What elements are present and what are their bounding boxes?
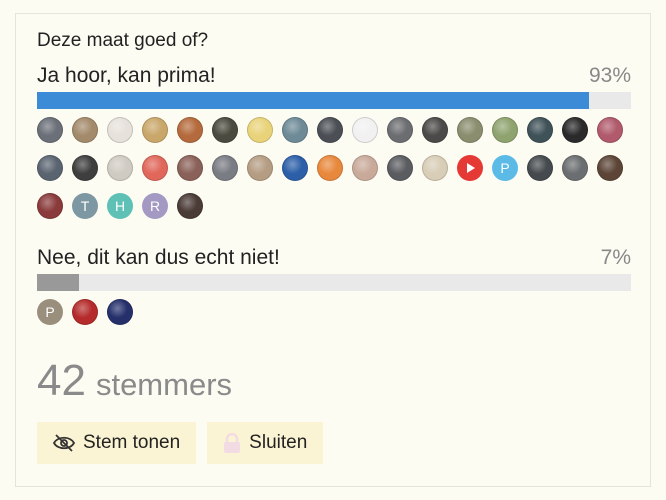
voter-avatar[interactable] <box>422 155 448 181</box>
voter-avatar[interactable] <box>37 155 63 181</box>
option-bar-fill <box>37 92 590 109</box>
close-poll-button[interactable]: Sluiten <box>207 422 324 464</box>
option-percent: 7% <box>600 246 631 269</box>
voter-avatar[interactable] <box>107 117 133 143</box>
voter-avatar[interactable] <box>142 117 168 143</box>
voter-avatar[interactable] <box>177 117 203 143</box>
voter-avatar[interactable] <box>317 117 343 143</box>
voter-avatar[interactable] <box>597 117 623 143</box>
voter-avatar[interactable] <box>142 155 168 181</box>
option-bar <box>37 274 631 291</box>
voters-count: 42 <box>37 356 86 405</box>
voter-avatar[interactable] <box>107 155 133 181</box>
voter-avatar[interactable] <box>282 117 308 143</box>
voter-list: P <box>37 299 637 337</box>
voter-avatar[interactable] <box>72 117 98 143</box>
voter-avatar[interactable] <box>387 117 413 143</box>
voter-avatar-letter[interactable]: P <box>37 299 63 325</box>
show-votes-label: Stem tonen <box>83 432 181 453</box>
poll-option-1: Ja hoor, kan prima! 93% P THR <box>37 64 631 231</box>
close-poll-label: Sluiten <box>249 432 308 453</box>
option-bar-fill <box>37 274 79 291</box>
voter-avatar[interactable] <box>387 155 413 181</box>
voter-avatar[interactable] <box>527 155 553 181</box>
voters-total: 42 stemmers <box>37 356 232 406</box>
show-votes-button[interactable]: Stem tonen <box>37 422 197 464</box>
voter-avatar[interactable] <box>247 117 273 143</box>
voter-avatar[interactable] <box>527 117 553 143</box>
poll-buttons: Stem tonen Sluiten <box>37 422 334 464</box>
voter-avatar-letter[interactable]: P <box>492 155 518 181</box>
voter-avatar[interactable] <box>247 155 273 181</box>
voter-avatar-letter[interactable]: T <box>72 193 98 219</box>
voter-avatar[interactable] <box>282 155 308 181</box>
voter-avatar[interactable] <box>37 193 63 219</box>
voter-avatar[interactable] <box>212 155 238 181</box>
voter-avatar[interactable] <box>212 117 238 143</box>
voter-avatar[interactable] <box>72 155 98 181</box>
poll-question: Deze maat goed of? <box>37 30 209 51</box>
voter-avatar[interactable] <box>177 193 203 219</box>
voter-avatar-letter[interactable]: R <box>142 193 168 219</box>
voter-avatar[interactable] <box>352 117 378 143</box>
voter-avatar[interactable] <box>177 155 203 181</box>
voter-avatar[interactable] <box>37 117 63 143</box>
voter-avatar[interactable] <box>422 117 448 143</box>
voter-avatar[interactable] <box>562 117 588 143</box>
voter-avatar[interactable] <box>492 117 518 143</box>
voter-avatar[interactable] <box>72 299 98 325</box>
option-bar <box>37 92 631 109</box>
voter-avatar-play-icon[interactable] <box>457 155 483 181</box>
eye-slash-icon <box>53 434 75 452</box>
option-label: Ja hoor, kan prima! <box>37 64 216 87</box>
option-label: Nee, dit kan dus echt niet! <box>37 246 280 269</box>
voter-avatar[interactable] <box>562 155 588 181</box>
poll-card: Deze maat goed of? Ja hoor, kan prima! 9… <box>15 13 651 487</box>
voter-avatar[interactable] <box>597 155 623 181</box>
voter-avatar[interactable] <box>457 117 483 143</box>
voter-avatar[interactable] <box>352 155 378 181</box>
voter-avatar-letter[interactable]: H <box>107 193 133 219</box>
voters-label: stemmers <box>95 367 233 402</box>
lock-icon <box>224 433 241 453</box>
poll-option-2: Nee, dit kan dus echt niet! 7% P <box>37 246 631 337</box>
option-percent: 93% <box>588 64 631 87</box>
voter-avatar[interactable] <box>317 155 343 181</box>
voter-avatar[interactable] <box>107 299 133 325</box>
voter-list: P THR <box>37 117 637 231</box>
